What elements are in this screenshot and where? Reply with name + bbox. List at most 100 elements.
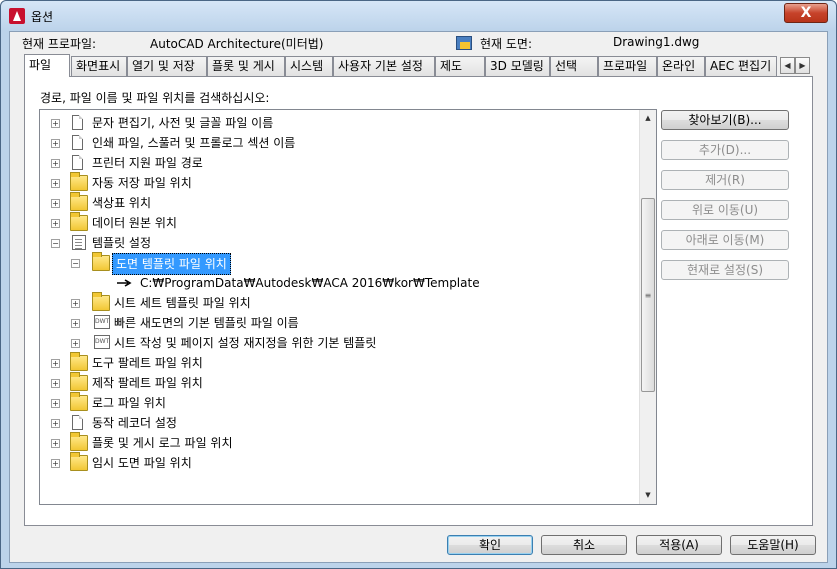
tree-item-label: 프린터 지원 파일 경로 [92, 156, 203, 170]
tree-item-label: 인쇄 파일, 스풀러 및 프롤로그 섹션 이름 [92, 136, 296, 150]
move-up-button[interactable]: 위로 이동(U) [661, 200, 789, 220]
tab-3d-modeling[interactable]: 3D 모델링 [485, 56, 550, 76]
collapse-icon[interactable]: − [51, 239, 60, 248]
tab-user-preferences[interactable]: 사용자 기본 설정 [333, 56, 435, 76]
folder-icon [70, 452, 88, 471]
tree-item-label: 빠른 새도면의 기본 템플릿 파일 이름 [114, 316, 299, 330]
tree-vertical-scrollbar[interactable]: ▲ ≡ ▼ [639, 110, 656, 504]
folder-icon [70, 192, 88, 211]
template-path-value: C:₩ProgramData₩Autodesk₩ACA 2016₩kor₩Tem… [140, 276, 480, 290]
expand-icon[interactable]: + [71, 299, 80, 308]
folder-icon [70, 432, 88, 451]
collapse-icon[interactable]: − [71, 259, 80, 268]
tree-item-label: 도면 템플릿 파일 위치 [112, 253, 231, 275]
tab-profiles[interactable]: 프로파일 [598, 56, 657, 76]
tree-item-label: 임시 도면 파일 위치 [92, 456, 192, 470]
expand-icon[interactable]: + [51, 159, 60, 168]
tree-item[interactable]: − 템플릿 설정 [40, 233, 640, 253]
cancel-button[interactable]: 취소 [541, 535, 627, 555]
help-button[interactable]: 도움말(H) [730, 535, 816, 555]
tab-scroll-right-icon[interactable]: ▶ [795, 57, 810, 74]
current-drawing-value: Drawing1.dwg [613, 35, 700, 49]
tree-item-label: 동작 레코더 설정 [92, 416, 177, 430]
scroll-up-icon[interactable]: ▲ [640, 110, 656, 127]
tab-drafting[interactable]: 제도 [435, 56, 485, 76]
expand-icon[interactable]: + [51, 419, 60, 428]
tab-selection[interactable]: 선택 [550, 56, 598, 76]
file-path-tree[interactable]: + 문자 편집기, 사전 및 글꼴 파일 이름 + 인쇄 파일, 스풀러 및 프… [39, 109, 657, 505]
ok-button[interactable]: 확인 [447, 535, 533, 555]
files-tab-panel: 경로, 파일 이름 및 파일 위치를 검색하십시오: + 문자 편집기, 사전 … [24, 76, 813, 526]
expand-icon[interactable]: + [51, 179, 60, 188]
close-button[interactable]: X [784, 3, 828, 23]
tree-item-label: 문자 편집기, 사전 및 글꼴 파일 이름 [92, 116, 274, 130]
tree-item[interactable]: + 색상표 위치 [40, 192, 640, 213]
tab-strip: 파일 화면표시 열기 및 저장 플롯 및 게시 시스템 사용자 기본 설정 제도… [24, 54, 814, 77]
tab-files[interactable]: 파일 [24, 54, 70, 77]
tree-item[interactable]: + 플롯 및 게시 로그 파일 위치 [40, 432, 640, 453]
search-prompt-label: 경로, 파일 이름 및 파일 위치를 검색하십시오: [40, 91, 270, 105]
tab-aec-editor[interactable]: AEC 편집기 [705, 56, 777, 76]
autocad-app-icon [9, 8, 25, 24]
current-drawing-label: 현재 도면: [480, 37, 533, 51]
tree-item[interactable]: + 시트 세트 템플릿 파일 위치 [40, 292, 640, 313]
tree-item[interactable]: + 제작 팔레트 파일 위치 [40, 372, 640, 393]
add-button[interactable]: 추가(D)... [661, 140, 789, 160]
tree-item-label: 플롯 및 게시 로그 파일 위치 [92, 436, 233, 450]
tree-item-label: 도구 팔레트 파일 위치 [92, 356, 203, 370]
set-current-button[interactable]: 현재로 설정(S) [661, 260, 789, 280]
tree-item[interactable]: + 프린터 지원 파일 경로 [40, 153, 640, 173]
tab-open-save[interactable]: 열기 및 저장 [127, 56, 207, 76]
tree-item[interactable]: + 데이터 원본 위치 [40, 212, 640, 233]
expand-icon[interactable]: + [51, 199, 60, 208]
apply-button[interactable]: 적용(A) [636, 535, 722, 555]
move-down-button[interactable]: 아래로 이동(M) [661, 230, 789, 250]
tree-item[interactable]: + 임시 도면 파일 위치 [40, 452, 640, 473]
expand-icon[interactable]: + [71, 339, 80, 348]
folder-icon [70, 352, 88, 371]
tree-item[interactable]: C:₩ProgramData₩Autodesk₩ACA 2016₩kor₩Tem… [40, 273, 640, 293]
tree-item-label: 시트 작성 및 페이지 설정 재지정을 위한 기본 템플릿 [114, 336, 377, 350]
expand-icon[interactable]: + [71, 319, 80, 328]
expand-icon[interactable]: + [51, 379, 60, 388]
expand-icon[interactable]: + [51, 119, 60, 128]
tree-item[interactable]: + DWT 시트 작성 및 페이지 설정 재지정을 위한 기본 템플릿 [40, 333, 640, 353]
expand-icon[interactable]: + [51, 439, 60, 448]
tree-item-label: 시트 세트 템플릿 파일 위치 [114, 296, 251, 310]
folder-icon [92, 292, 110, 311]
scroll-down-icon[interactable]: ▼ [640, 487, 656, 504]
tree-item-selected[interactable]: − 도면 템플릿 파일 위치 [40, 252, 640, 275]
tree-item-label: 데이터 원본 위치 [92, 216, 177, 230]
expand-icon[interactable]: + [51, 459, 60, 468]
browse-button[interactable]: 찾아보기(B)... [661, 110, 789, 130]
arrow-right-icon [117, 279, 132, 287]
tree-item[interactable]: + 로그 파일 위치 [40, 392, 640, 413]
dwg-file-icon: DWT [94, 335, 110, 349]
tab-display[interactable]: 화면표시 [71, 56, 127, 76]
document-icon [72, 135, 83, 150]
scroll-thumb[interactable]: ≡ [641, 198, 655, 392]
tree-item[interactable]: + 동작 레코더 설정 [40, 413, 640, 433]
remove-button[interactable]: 제거(R) [661, 170, 789, 190]
current-profile-value: AutoCAD Architecture(미터법) [150, 37, 324, 51]
tree-item[interactable]: + DWT 빠른 새도면의 기본 템플릿 파일 이름 [40, 313, 640, 333]
expand-icon[interactable]: + [51, 139, 60, 148]
window-title: 옵션 [31, 10, 54, 24]
folder-icon [70, 392, 88, 411]
document-icon [72, 415, 83, 430]
tab-scroll-left-icon[interactable]: ◀ [780, 57, 795, 74]
expand-icon[interactable]: + [51, 399, 60, 408]
tree-item[interactable]: + 인쇄 파일, 스풀러 및 프롤로그 섹션 이름 [40, 133, 640, 153]
tree-item[interactable]: + 도구 팔레트 파일 위치 [40, 352, 640, 373]
expand-icon[interactable]: + [51, 359, 60, 368]
document-icon [72, 155, 83, 170]
tab-plot-publish[interactable]: 플롯 및 게시 [207, 56, 285, 76]
tree-item[interactable]: + 자동 저장 파일 위치 [40, 172, 640, 193]
expand-icon[interactable]: + [51, 219, 60, 228]
folder-icon [70, 172, 88, 191]
tree-item-label: 제작 팔레트 파일 위치 [92, 376, 203, 390]
tab-online[interactable]: 온라인 [657, 56, 705, 76]
title-bar[interactable]: 옵션 X [1, 1, 836, 31]
tab-system[interactable]: 시스템 [285, 56, 333, 76]
tree-item[interactable]: + 문자 편집기, 사전 및 글꼴 파일 이름 [40, 113, 640, 133]
